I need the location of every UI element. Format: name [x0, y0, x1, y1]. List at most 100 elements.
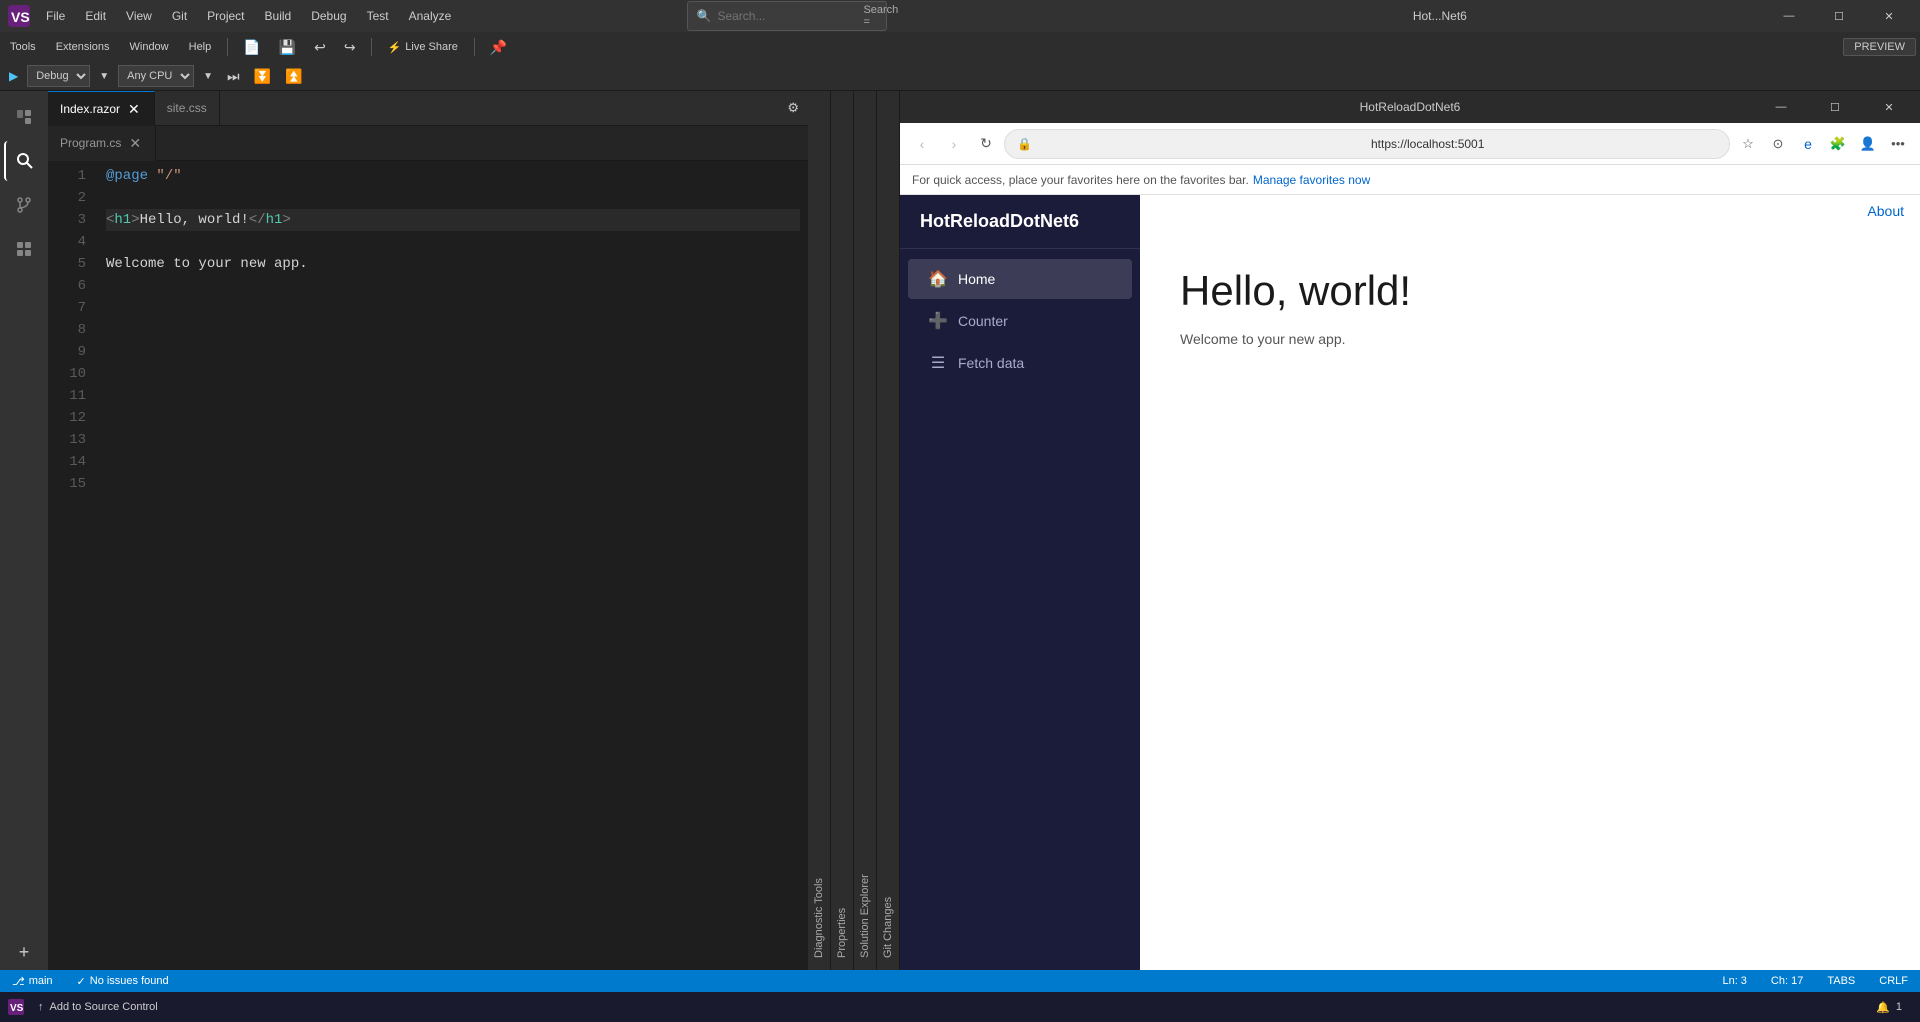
code-line-9 [106, 341, 800, 363]
window-menu[interactable]: Window [124, 39, 175, 55]
activity-search[interactable] [4, 141, 44, 181]
browser-minimize-button[interactable]: — [1758, 91, 1804, 123]
profile-icon[interactable]: 👤 [1854, 130, 1882, 158]
tab-program-cs-label: Program.cs [60, 136, 121, 150]
menu-test[interactable]: Test [357, 5, 399, 27]
menu-file[interactable]: File [36, 5, 75, 27]
debug-select[interactable]: Debug [27, 65, 90, 87]
new-file-button[interactable]: 📄 [238, 37, 265, 58]
menu-build[interactable]: Build [255, 5, 302, 27]
panel-solution-explorer[interactable]: Solution Explorer [854, 91, 877, 970]
search-box[interactable]: 🔍 Search = [687, 1, 887, 31]
taskbar-vs-icon[interactable]: VS [8, 999, 24, 1015]
activity-explorer[interactable] [4, 97, 44, 137]
refresh-button[interactable]: ↻ [972, 130, 1000, 158]
menu-git[interactable]: Git [162, 5, 197, 27]
no-issues-status[interactable]: ✓ No issues found [73, 975, 173, 988]
tab-site-css[interactable]: site.css [155, 91, 220, 126]
tab-close-index-razor[interactable]: ✕ [126, 101, 142, 117]
step-into-button[interactable]: ⏬ [249, 66, 276, 87]
live-share-label: Live Share [405, 41, 458, 53]
line-position[interactable]: Ln: 3 [1718, 975, 1750, 987]
taskbar-notification[interactable]: 🔔 1 [1866, 999, 1912, 1016]
step-out-button[interactable]: ⏫ [280, 66, 307, 87]
blazor-nav-fetch-data-label: Fetch data [958, 355, 1024, 371]
tab-close-program-cs[interactable]: ✕ [127, 135, 143, 151]
home-icon: 🏠 [928, 269, 948, 289]
activity-bar: + [0, 91, 48, 970]
col-position[interactable]: Ch: 17 [1767, 975, 1807, 987]
line-numbers: 1 2 3 4 5 6 7 8 9 10 11 12 13 14 15 [48, 161, 98, 970]
taskbar-add-source-control[interactable]: ↑ Add to Source Control [28, 999, 168, 1015]
address-bar[interactable]: 🔒 https://localhost:5001 [1004, 129, 1730, 159]
extensions-menu[interactable]: Extensions [50, 39, 116, 55]
menu-project[interactable]: Project [197, 5, 254, 27]
browser-title-text: HotReloadDotNet6 [1245, 100, 1574, 114]
cpu-dropdown[interactable]: ▼ [198, 69, 218, 84]
code-line-3: <h1>Hello, world!</h1> [106, 209, 800, 231]
blazor-nav-fetch-data[interactable]: ☰ Fetch data [908, 343, 1132, 383]
pin-button[interactable]: 📌 [485, 37, 512, 58]
help-menu[interactable]: Help [183, 39, 218, 55]
edge-icon[interactable]: e [1794, 130, 1822, 158]
extension-icon[interactable]: 🧩 [1824, 130, 1852, 158]
menu-debug[interactable]: Debug [301, 5, 356, 27]
tabs-type[interactable]: TABS [1823, 975, 1859, 987]
tab-index-razor-label: Index.razor [60, 102, 120, 116]
minimize-button[interactable]: — [1766, 0, 1812, 32]
git-branch-label: main [29, 975, 53, 987]
manage-favorites-link[interactable]: Manage favorites now [1253, 173, 1370, 187]
star-icon[interactable]: ☆ [1734, 130, 1762, 158]
search-icon: 🔍 [696, 9, 711, 23]
undo-button[interactable]: ↩ [309, 37, 331, 58]
blazor-nav-counter[interactable]: ➕ Counter [908, 301, 1132, 341]
live-share-button[interactable]: ⚡ Live Share [382, 41, 464, 54]
redo-button[interactable]: ↪ [339, 37, 361, 58]
git-branch-icon: ⎇ [12, 975, 25, 988]
git-status[interactable]: ⎇ main [8, 975, 57, 988]
taskbar-add-source-control-label: Add to Source Control [50, 1001, 158, 1013]
search-input[interactable] [717, 9, 857, 23]
tab-settings-button[interactable]: ⚙ [782, 98, 804, 118]
debug-dropdown[interactable]: ▼ [94, 69, 114, 84]
browser-maximize-button[interactable]: ☐ [1812, 91, 1858, 123]
blazor-about-link[interactable]: About [1867, 203, 1904, 219]
blazor-main-subtext: Welcome to your new app. [1180, 331, 1880, 347]
tab-program-cs[interactable]: Program.cs ✕ [48, 126, 156, 161]
tab-index-razor[interactable]: Index.razor ✕ [48, 91, 155, 126]
close-button[interactable]: ✕ [1866, 0, 1912, 32]
activity-git[interactable] [4, 185, 44, 225]
forward-button[interactable]: › [940, 130, 968, 158]
right-panels: Diagnostic Tools Properties Solution Exp… [808, 91, 900, 970]
browser-close-button[interactable]: ✕ [1866, 91, 1912, 123]
lock-icon: 🔒 [1017, 137, 1363, 151]
collections-icon[interactable]: ⊙ [1764, 130, 1792, 158]
cpu-select[interactable]: Any CPU [118, 65, 194, 87]
code-editor[interactable]: 1 2 3 4 5 6 7 8 9 10 11 12 13 14 15 [48, 161, 808, 970]
activity-extensions[interactable] [4, 229, 44, 269]
panel-git-changes[interactable]: Git Changes [877, 91, 900, 970]
save-button[interactable]: 💾 [274, 37, 301, 58]
line-ending[interactable]: CRLF [1875, 975, 1912, 987]
start-button[interactable]: ▶ [4, 67, 23, 85]
status-bar: ⎇ main ✓ No issues found Ln: 3 Ch: 17 TA… [0, 970, 1920, 992]
panel-properties[interactable]: Properties [831, 91, 854, 970]
add-panel-button[interactable]: + [12, 940, 36, 964]
menu-view[interactable]: View [116, 5, 162, 27]
menu-edit[interactable]: Edit [75, 5, 116, 27]
back-button[interactable]: ‹ [908, 130, 936, 158]
more-options-icon[interactable]: ••• [1884, 130, 1912, 158]
url-text: https://localhost:5001 [1371, 137, 1717, 151]
panel-diagnostic-tools[interactable]: Diagnostic Tools [808, 91, 831, 970]
code-content[interactable]: @page "/" <h1>Hello, world!</h1> Welcome… [98, 161, 808, 970]
search-equals-label: Search = [863, 4, 898, 28]
browser-title-bar: HotReloadDotNet6 — ☐ ✕ [900, 91, 1920, 123]
maximize-button[interactable]: ☐ [1816, 0, 1862, 32]
blazor-nav-home[interactable]: 🏠 Home [908, 259, 1132, 299]
browser-pane: HotReloadDotNet6 — ☐ ✕ ‹ › ↻ 🔒 https://l… [900, 91, 1920, 970]
tools-menu[interactable]: Tools [4, 39, 42, 55]
step-over-button[interactable]: ⏭ [222, 66, 245, 87]
notification-icon: 🔔 [1876, 1001, 1890, 1014]
preview-button[interactable]: PREVIEW [1843, 38, 1916, 56]
menu-analyze[interactable]: Analyze [399, 5, 462, 27]
